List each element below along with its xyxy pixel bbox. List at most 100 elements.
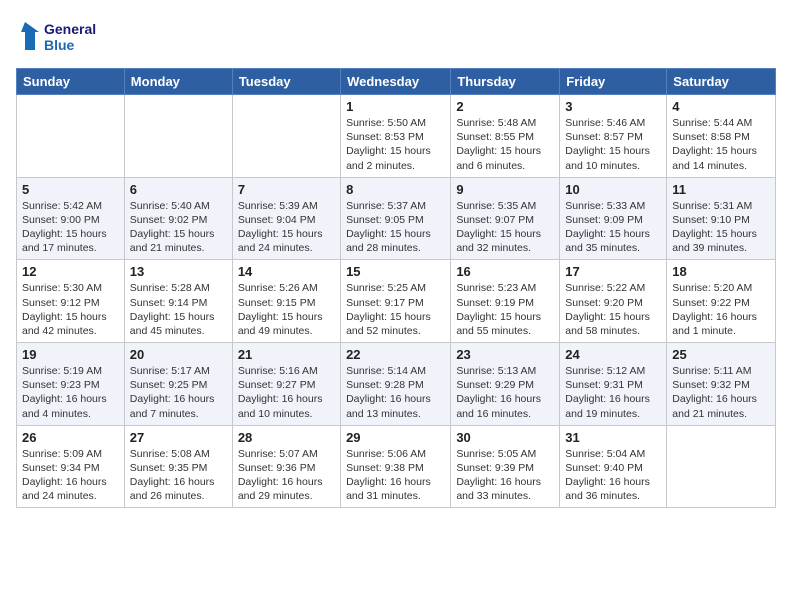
logo-svg: GeneralBlue: [16, 16, 106, 58]
calendar-cell: 17 Sunrise: 5:22 AM Sunset: 9:20 PM Dayli…: [560, 260, 667, 343]
calendar-cell: 27 Sunrise: 5:08 AM Sunset: 9:35 PM Dayli…: [124, 425, 232, 508]
weekday-header-sunday: Sunday: [17, 69, 125, 95]
calendar-cell: 26 Sunrise: 5:09 AM Sunset: 9:34 PM Dayli…: [17, 425, 125, 508]
calendar-header: SundayMondayTuesdayWednesdayThursdayFrid…: [17, 69, 776, 95]
day-info: Sunrise: 5:19 AM Sunset: 9:23 PM Dayligh…: [22, 364, 119, 421]
calendar-cell: 18 Sunrise: 5:20 AM Sunset: 9:22 PM Dayli…: [667, 260, 776, 343]
day-info: Sunrise: 5:16 AM Sunset: 9:27 PM Dayligh…: [238, 364, 335, 421]
day-number: 4: [672, 99, 770, 114]
day-info: Sunrise: 5:40 AM Sunset: 9:02 PM Dayligh…: [130, 199, 227, 256]
calendar-cell: 25 Sunrise: 5:11 AM Sunset: 9:32 PM Dayli…: [667, 343, 776, 426]
calendar-cell: 4 Sunrise: 5:44 AM Sunset: 8:58 PM Daylig…: [667, 95, 776, 178]
calendar-cell: 14Sunrise: 5:26 AM Sunset: 9:15 PM Dayli…: [232, 260, 340, 343]
day-info: Sunrise: 5:14 AM Sunset: 9:28 PM Dayligh…: [346, 364, 445, 421]
calendar-cell: [124, 95, 232, 178]
calendar-cell: 24Sunrise: 5:12 AM Sunset: 9:31 PM Dayli…: [560, 343, 667, 426]
calendar-cell: 13 Sunrise: 5:28 AM Sunset: 9:14 PM Dayli…: [124, 260, 232, 343]
day-number: 25: [672, 347, 770, 362]
day-info: Sunrise: 5:33 AM Sunset: 9:09 PM Dayligh…: [565, 199, 661, 256]
calendar-cell: 7Sunrise: 5:39 AM Sunset: 9:04 PM Daylig…: [232, 177, 340, 260]
weekday-header-saturday: Saturday: [667, 69, 776, 95]
weekday-header-friday: Friday: [560, 69, 667, 95]
calendar-cell: 22 Sunrise: 5:14 AM Sunset: 9:28 PM Dayli…: [341, 343, 451, 426]
calendar-cell: 16Sunrise: 5:23 AM Sunset: 9:19 PM Dayli…: [451, 260, 560, 343]
day-number: 27: [130, 430, 227, 445]
calendar-cell: 5 Sunrise: 5:42 AM Sunset: 9:00 PM Daylig…: [17, 177, 125, 260]
calendar-cell: [232, 95, 340, 178]
day-number: 31: [565, 430, 661, 445]
day-info: Sunrise: 5:07 AM Sunset: 9:36 PM Dayligh…: [238, 447, 335, 504]
calendar-table: SundayMondayTuesdayWednesdayThursdayFrid…: [16, 68, 776, 508]
day-info: Sunrise: 5:30 AM Sunset: 9:12 PM Dayligh…: [22, 281, 119, 338]
day-info: Sunrise: 5:28 AM Sunset: 9:14 PM Dayligh…: [130, 281, 227, 338]
calendar-cell: 11 Sunrise: 5:31 AM Sunset: 9:10 PM Dayli…: [667, 177, 776, 260]
calendar-cell: [667, 425, 776, 508]
svg-text:Blue: Blue: [44, 37, 75, 53]
day-info: Sunrise: 5:42 AM Sunset: 9:00 PM Dayligh…: [22, 199, 119, 256]
day-number: 15: [346, 264, 445, 279]
day-number: 2: [456, 99, 554, 114]
day-info: Sunrise: 5:35 AM Sunset: 9:07 PM Dayligh…: [456, 199, 554, 256]
day-info: Sunrise: 5:08 AM Sunset: 9:35 PM Dayligh…: [130, 447, 227, 504]
day-info: Sunrise: 5:06 AM Sunset: 9:38 PM Dayligh…: [346, 447, 445, 504]
svg-text:General: General: [44, 21, 96, 37]
weekday-header-monday: Monday: [124, 69, 232, 95]
day-info: Sunrise: 5:46 AM Sunset: 8:57 PM Dayligh…: [565, 116, 661, 173]
day-number: 17: [565, 264, 661, 279]
calendar-cell: 21 Sunrise: 5:16 AM Sunset: 9:27 PM Dayli…: [232, 343, 340, 426]
day-info: Sunrise: 5:39 AM Sunset: 9:04 PM Dayligh…: [238, 199, 335, 256]
day-number: 30: [456, 430, 554, 445]
day-info: Sunrise: 5:31 AM Sunset: 9:10 PM Dayligh…: [672, 199, 770, 256]
day-number: 8: [346, 182, 445, 197]
day-number: 11: [672, 182, 770, 197]
day-number: 6: [130, 182, 227, 197]
day-number: 18: [672, 264, 770, 279]
day-info: Sunrise: 5:05 AM Sunset: 9:39 PM Dayligh…: [456, 447, 554, 504]
day-number: 29: [346, 430, 445, 445]
day-info: Sunrise: 5:09 AM Sunset: 9:34 PM Dayligh…: [22, 447, 119, 504]
day-info: Sunrise: 5:48 AM Sunset: 8:55 PM Dayligh…: [456, 116, 554, 173]
weekday-header-tuesday: Tuesday: [232, 69, 340, 95]
day-number: 3: [565, 99, 661, 114]
day-info: Sunrise: 5:12 AM Sunset: 9:31 PM Dayligh…: [565, 364, 661, 421]
weekday-header-wednesday: Wednesday: [341, 69, 451, 95]
day-info: Sunrise: 5:37 AM Sunset: 9:05 PM Dayligh…: [346, 199, 445, 256]
day-info: Sunrise: 5:13 AM Sunset: 9:29 PM Dayligh…: [456, 364, 554, 421]
day-number: 28: [238, 430, 335, 445]
day-number: 21: [238, 347, 335, 362]
page-header: GeneralBlue: [16, 16, 776, 58]
calendar-cell: [17, 95, 125, 178]
day-info: Sunrise: 5:20 AM Sunset: 9:22 PM Dayligh…: [672, 281, 770, 338]
calendar-cell: 29 Sunrise: 5:06 AM Sunset: 9:38 PM Dayli…: [341, 425, 451, 508]
day-number: 5: [22, 182, 119, 197]
calendar-cell: 6 Sunrise: 5:40 AM Sunset: 9:02 PM Daylig…: [124, 177, 232, 260]
day-number: 14: [238, 264, 335, 279]
calendar-cell: 3 Sunrise: 5:46 AM Sunset: 8:57 PM Daylig…: [560, 95, 667, 178]
calendar-cell: 1 Sunrise: 5:50 AM Sunset: 8:53 PM Daylig…: [341, 95, 451, 178]
day-number: 12: [22, 264, 119, 279]
day-number: 16: [456, 264, 554, 279]
calendar-cell: 15Sunrise: 5:25 AM Sunset: 9:17 PM Dayli…: [341, 260, 451, 343]
weekday-header-thursday: Thursday: [451, 69, 560, 95]
day-number: 10: [565, 182, 661, 197]
day-info: Sunrise: 5:22 AM Sunset: 9:20 PM Dayligh…: [565, 281, 661, 338]
calendar-cell: 9 Sunrise: 5:35 AM Sunset: 9:07 PM Daylig…: [451, 177, 560, 260]
day-number: 13: [130, 264, 227, 279]
calendar-cell: 12 Sunrise: 5:30 AM Sunset: 9:12 PM Dayli…: [17, 260, 125, 343]
day-info: Sunrise: 5:17 AM Sunset: 9:25 PM Dayligh…: [130, 364, 227, 421]
day-number: 26: [22, 430, 119, 445]
calendar-cell: 2 Sunrise: 5:48 AM Sunset: 8:55 PM Daylig…: [451, 95, 560, 178]
calendar-cell: 28 Sunrise: 5:07 AM Sunset: 9:36 PM Dayli…: [232, 425, 340, 508]
day-info: Sunrise: 5:11 AM Sunset: 9:32 PM Dayligh…: [672, 364, 770, 421]
calendar-cell: 23Sunrise: 5:13 AM Sunset: 9:29 PM Dayli…: [451, 343, 560, 426]
day-number: 9: [456, 182, 554, 197]
calendar-cell: 10 Sunrise: 5:33 AM Sunset: 9:09 PM Dayli…: [560, 177, 667, 260]
calendar-cell: 31Sunrise: 5:04 AM Sunset: 9:40 PM Dayli…: [560, 425, 667, 508]
logo: GeneralBlue: [16, 16, 106, 58]
day-info: Sunrise: 5:50 AM Sunset: 8:53 PM Dayligh…: [346, 116, 445, 173]
day-info: Sunrise: 5:44 AM Sunset: 8:58 PM Dayligh…: [672, 116, 770, 173]
day-number: 22: [346, 347, 445, 362]
day-number: 19: [22, 347, 119, 362]
calendar-cell: 19 Sunrise: 5:19 AM Sunset: 9:23 PM Dayli…: [17, 343, 125, 426]
day-number: 1: [346, 99, 445, 114]
